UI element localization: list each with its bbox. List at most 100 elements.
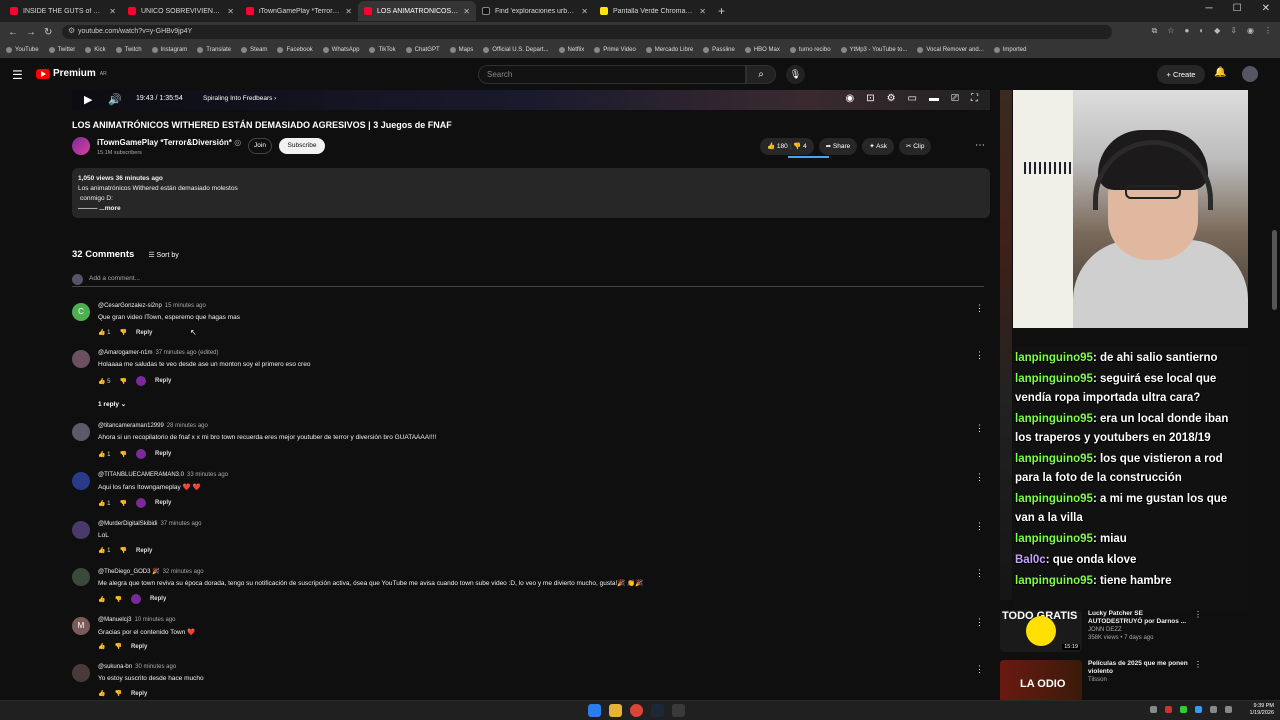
comment-menu-icon[interactable]: ⋮ bbox=[975, 521, 984, 532]
new-tab-button[interactable]: + bbox=[718, 4, 725, 18]
bookmark-item[interactable]: Instagram bbox=[151, 47, 187, 53]
account-avatar[interactable] bbox=[1242, 66, 1258, 82]
bookmark-item[interactable]: ChatGPT bbox=[405, 47, 440, 53]
bookmark-item[interactable]: Twitter bbox=[48, 47, 75, 53]
youtube-logo[interactable]: Premium AR bbox=[36, 68, 107, 79]
bookmark-item[interactable]: Imported bbox=[993, 47, 1026, 53]
browser-tab[interactable]: iTownGamePlay *Terror&Diver ✕ bbox=[240, 1, 358, 21]
bookmark-item[interactable]: Netflix bbox=[558, 47, 584, 53]
fullscreen-icon[interactable]: ⛶ bbox=[971, 93, 978, 104]
browser-tab[interactable]: Find 'exploraciones urbanas' or ✕ bbox=[476, 1, 594, 21]
notifications-bell-icon[interactable]: 🔔 bbox=[1214, 67, 1226, 78]
comment-like-button[interactable]: 👍 1 bbox=[98, 500, 111, 507]
back-icon[interactable]: ← bbox=[8, 27, 18, 38]
comment-author[interactable]: @CesarGonzalez-si2np 15 minutes ago bbox=[98, 303, 206, 309]
steam-icon[interactable] bbox=[651, 704, 664, 717]
system-clock[interactable]: 9:39 PM 1/19/2026 bbox=[1250, 703, 1274, 717]
close-tab-icon[interactable]: ✕ bbox=[699, 7, 706, 16]
join-button[interactable]: Join bbox=[248, 138, 272, 154]
dislike-button[interactable]: 👎 4 bbox=[793, 143, 807, 150]
volume-tray-icon[interactable] bbox=[1225, 706, 1232, 713]
bookmark-item[interactable]: Twitch bbox=[115, 47, 142, 53]
volume-icon[interactable]: 🔊 bbox=[108, 93, 122, 106]
clip-button[interactable]: ✂ Clip bbox=[898, 138, 932, 155]
comment-dislike-icon[interactable]: 👎 bbox=[114, 690, 121, 697]
search-button[interactable]: ⌕ bbox=[746, 65, 776, 84]
extension-icon[interactable]: ◆ bbox=[1214, 26, 1220, 36]
comment-author[interactable]: @titancameraman12999 28 minutes ago bbox=[98, 423, 208, 429]
comment-menu-icon[interactable]: ⋮ bbox=[975, 423, 984, 434]
cast-icon[interactable]: ⎚ bbox=[951, 93, 959, 104]
browser-tab[interactable]: UNICO SOBREVIVIENTE | ATRAP ✕ bbox=[122, 1, 240, 21]
video-thumbnail[interactable]: TODO GRATIS 15:19 bbox=[1000, 610, 1082, 652]
ask-button[interactable]: ✦ Ask bbox=[862, 138, 894, 155]
create-button[interactable]: + Create bbox=[1157, 65, 1205, 84]
close-tab-icon[interactable]: ✕ bbox=[463, 7, 470, 16]
description-box[interactable]: 1,050 views 36 minutes ago Los animatrón… bbox=[72, 168, 990, 218]
bookmark-item[interactable]: Maps bbox=[449, 47, 473, 53]
reply-button[interactable]: Reply bbox=[131, 644, 147, 650]
bookmark-item[interactable]: Mercado Libre bbox=[645, 47, 693, 53]
comment-dislike-icon[interactable]: 👎 bbox=[114, 643, 121, 650]
autoplay-toggle-icon[interactable]: ◉ bbox=[845, 93, 854, 104]
site-info-icon[interactable]: ⚙ bbox=[68, 26, 75, 35]
bookmark-item[interactable]: Passline bbox=[703, 47, 735, 53]
reply-button[interactable]: Reply bbox=[155, 451, 171, 457]
comment-like-button[interactable]: 👍 bbox=[98, 643, 105, 650]
video-menu-icon[interactable]: ⋮ bbox=[1194, 660, 1202, 669]
more-actions-icon[interactable]: ⋯ bbox=[975, 140, 985, 151]
extension-icon[interactable]: ● bbox=[1184, 26, 1189, 36]
comment-menu-icon[interactable]: ⋮ bbox=[975, 664, 984, 675]
downloads-icon[interactable]: ⇩ bbox=[1230, 26, 1237, 36]
commenter-avatar[interactable] bbox=[72, 350, 90, 368]
comment-author[interactable]: @sukuna-bn 30 minutes ago bbox=[98, 664, 176, 670]
reply-button[interactable]: Reply bbox=[150, 596, 166, 602]
browser-tab[interactable]: Pantalla Verde Chroma | Merca ✕ bbox=[594, 1, 712, 21]
bookmark-item[interactable]: turno recibo bbox=[789, 47, 831, 53]
install-icon[interactable]: ⧉ bbox=[1152, 26, 1158, 36]
bookmark-item[interactable]: Translate bbox=[197, 47, 231, 53]
commenter-avatar[interactable] bbox=[72, 521, 90, 539]
commenter-avatar[interactable]: M bbox=[72, 617, 90, 635]
comment-dislike-icon[interactable]: 👎 bbox=[120, 547, 127, 554]
comment-like-button[interactable]: 👍 5 bbox=[98, 378, 111, 385]
comment-menu-icon[interactable]: ⋮ bbox=[975, 617, 984, 628]
bookmark-item[interactable]: YouTube bbox=[6, 47, 39, 53]
comment-like-button[interactable]: 👍 1 bbox=[98, 547, 111, 554]
comment-dislike-icon[interactable]: 👎 bbox=[120, 329, 127, 336]
miniplayer-icon[interactable]: ▭ bbox=[908, 93, 917, 104]
channel-name[interactable]: iTownGamePlay *Terror&Diversión* ◎ bbox=[97, 138, 241, 147]
view-replies-button[interactable]: 1 reply ⌄ bbox=[98, 400, 126, 408]
comment-author[interactable]: @Amarogamer-n1m 37 minutes ago (edited) bbox=[98, 350, 219, 356]
file-explorer-icon[interactable] bbox=[609, 704, 622, 717]
app-icon[interactable] bbox=[672, 704, 685, 717]
comment-dislike-icon[interactable]: 👎 bbox=[120, 378, 127, 385]
extension-icon[interactable]: ◐ bbox=[1199, 26, 1204, 36]
commenter-avatar[interactable] bbox=[72, 423, 90, 441]
windows-start-icon[interactable] bbox=[588, 704, 601, 717]
comment-menu-icon[interactable]: ⋮ bbox=[975, 472, 984, 483]
sort-by-button[interactable]: ☰ Sort by bbox=[148, 251, 178, 259]
bookmark-item[interactable]: Vocal Remover and... bbox=[917, 47, 984, 53]
profile-icon[interactable]: ◉ bbox=[1247, 26, 1254, 36]
tray-icon[interactable] bbox=[1180, 706, 1187, 713]
video-info[interactable]: Películas de 2025 que me ponen violento … bbox=[1088, 660, 1198, 684]
comment-like-button[interactable]: 👍 bbox=[98, 596, 105, 603]
chapter-label[interactable]: Spiraling Into Fredbears › bbox=[203, 95, 276, 102]
comment-author[interactable]: @Manuelcj3 10 minutes ago bbox=[98, 617, 175, 623]
comment-like-button[interactable]: 👍 1 bbox=[98, 451, 111, 458]
comment-like-button[interactable]: 👍 1 bbox=[98, 329, 111, 336]
like-button[interactable]: 👍 180 bbox=[767, 143, 788, 150]
reload-icon[interactable]: ↻ bbox=[44, 27, 52, 38]
comment-author[interactable]: @TheDiego_GOD3 🎉 32 minutes ago bbox=[98, 568, 204, 575]
search-input[interactable]: Search bbox=[478, 65, 746, 84]
bookmark-item[interactable]: Kick bbox=[85, 47, 106, 53]
channel-avatar[interactable] bbox=[72, 137, 90, 155]
play-icon[interactable]: ▶ bbox=[84, 93, 92, 106]
bookmark-item[interactable]: WhatsApp bbox=[322, 47, 359, 53]
browser-tab-active[interactable]: LOS ANIMATRÓNICOS WIT ✕ bbox=[358, 1, 476, 21]
comment-menu-icon[interactable]: ⋮ bbox=[975, 568, 984, 579]
reply-button[interactable]: Reply bbox=[136, 548, 152, 554]
url-field[interactable]: youtube.com/watch?v=y-GHBv9jp4Y bbox=[62, 25, 1112, 39]
bookmark-item[interactable]: Prime Video bbox=[594, 47, 636, 53]
